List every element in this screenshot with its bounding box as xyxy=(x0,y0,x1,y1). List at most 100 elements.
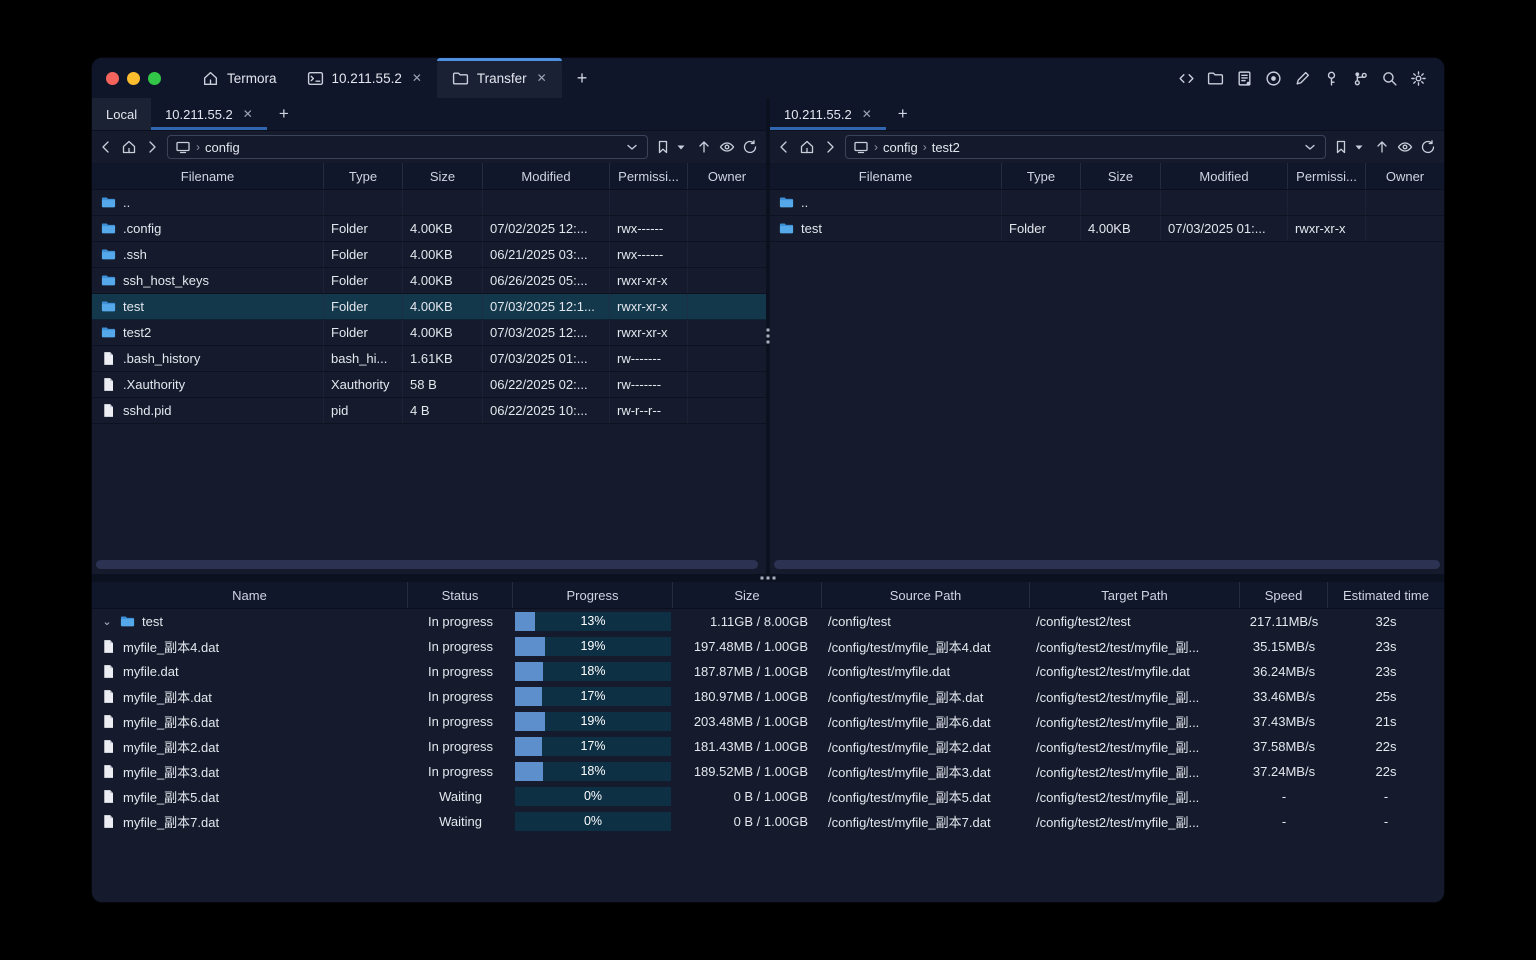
transfer-row[interactable]: myfile.dat In progress 18% 187.87MB / 1.00G… xyxy=(92,659,1444,684)
column-header[interactable]: Source Path xyxy=(822,582,1030,608)
file-owner xyxy=(688,372,766,397)
maximize-window-button[interactable] xyxy=(148,71,161,85)
code-icon[interactable] xyxy=(1178,70,1195,87)
column-header[interactable]: Progress xyxy=(513,582,673,608)
path-dropdown[interactable] xyxy=(624,139,640,155)
arrow-up-icon[interactable] xyxy=(696,139,712,155)
column-header[interactable]: Size xyxy=(1081,163,1161,189)
column-header[interactable]: Type xyxy=(324,163,403,189)
minimize-window-button[interactable] xyxy=(127,71,140,85)
transfer-row[interactable]: ⌄ test In progress 13% 1.11GB / 8.00GB/confi… xyxy=(92,609,1444,634)
file-row[interactable]: test Folder 4.00KB 07/03/2025 01:... rwxr-xr… xyxy=(770,216,1444,242)
column-header[interactable]: Permissi... xyxy=(1288,163,1366,189)
close-tab-icon[interactable]: ✕ xyxy=(243,107,253,121)
bookmark-control[interactable] xyxy=(655,139,689,155)
file-row[interactable]: .. xyxy=(770,190,1444,216)
file-row[interactable]: .Xauthority Xauthority 58 B 06/22/2025 02:.… xyxy=(92,372,766,398)
branch-icon[interactable] xyxy=(1352,70,1369,87)
refresh-icon[interactable] xyxy=(1420,139,1436,155)
transfer-row[interactable]: myfile_副本2.dat In progress 17% 181.43MB / 1… xyxy=(92,734,1444,759)
home-icon[interactable] xyxy=(121,139,137,155)
path-breadcrumb[interactable]: › config xyxy=(167,135,648,159)
breadcrumb-segment[interactable]: test2 xyxy=(932,140,960,155)
column-header[interactable]: Filename xyxy=(92,163,324,189)
column-header[interactable]: Modified xyxy=(1161,163,1288,189)
panel-tab-10-211-55-2[interactable]: 10.211.55.2 ✕ xyxy=(770,98,886,130)
triangle-down-icon[interactable] xyxy=(673,139,689,155)
column-header[interactable]: Speed xyxy=(1240,582,1328,608)
column-header[interactable]: Status xyxy=(408,582,513,608)
folder-icon xyxy=(101,221,116,236)
arrow-left-icon[interactable] xyxy=(98,139,114,155)
file-row[interactable]: sshd.pid pid 4 B 06/22/2025 10:... rw-r--r-- xyxy=(92,398,766,424)
file-row[interactable]: .config Folder 4.00KB 07/02/2025 12:... rwx-… xyxy=(92,216,766,242)
app-tab-termora[interactable]: Termora xyxy=(187,58,292,98)
panel-tab-10-211-55-2[interactable]: 10.211.55.2 ✕ xyxy=(151,98,267,130)
file-text-icon[interactable] xyxy=(1236,70,1253,87)
search-icon[interactable] xyxy=(1381,70,1398,87)
horizontal-scrollbar[interactable] xyxy=(96,560,758,569)
transfer-eta: 23s xyxy=(1375,639,1397,654)
arrow-up-icon[interactable] xyxy=(1374,139,1390,155)
file-owner xyxy=(688,294,766,319)
bookmark-control[interactable] xyxy=(1333,139,1367,155)
file-row[interactable]: test2 Folder 4.00KB 07/03/2025 12:... rwxr-x… xyxy=(92,320,766,346)
breadcrumb-segment[interactable]: config xyxy=(883,140,918,155)
column-header[interactable]: Filename xyxy=(770,163,1002,189)
triangle-down-icon[interactable] xyxy=(1351,139,1367,155)
path-breadcrumb[interactable]: › config › test2 xyxy=(845,135,1326,159)
eye-icon[interactable] xyxy=(1397,139,1413,155)
close-window-button[interactable] xyxy=(106,71,119,85)
close-tab-icon[interactable]: ✕ xyxy=(862,107,872,121)
column-header[interactable]: Permissi... xyxy=(610,163,688,189)
column-header[interactable]: Owner xyxy=(688,163,766,189)
column-header[interactable]: Name xyxy=(92,582,408,608)
app-tab-transfer[interactable]: Transfer ✕ xyxy=(436,58,562,98)
file-row[interactable]: .. xyxy=(92,190,766,216)
transfer-row[interactable]: myfile_副本5.dat Waiting 0% 0 B / 1.00GB/conf… xyxy=(92,784,1444,809)
new-panel-tab-button[interactable]: + xyxy=(886,98,920,130)
transfer-row[interactable]: myfile_副本6.dat In progress 19% 203.48MB / 1… xyxy=(92,709,1444,734)
column-header[interactable]: Owner xyxy=(1366,163,1444,189)
file-row[interactable]: .ssh Folder 4.00KB 06/21/2025 03:... rwx----… xyxy=(92,242,766,268)
folder-o-icon[interactable] xyxy=(1207,70,1224,87)
eye-icon[interactable] xyxy=(719,139,735,155)
column-header[interactable]: Target Path xyxy=(1030,582,1240,608)
transfer-row[interactable]: myfile_副本7.dat Waiting 0% 0 B / 1.00GB/conf… xyxy=(92,809,1444,834)
pencil-icon[interactable] xyxy=(1294,70,1311,87)
column-header[interactable]: Modified xyxy=(483,163,610,189)
breadcrumb-segment[interactable]: config xyxy=(205,140,240,155)
home-icon[interactable] xyxy=(799,139,815,155)
column-header[interactable]: Size xyxy=(403,163,483,189)
transfer-row[interactable]: myfile_副本.dat In progress 17% 180.97MB / 1.… xyxy=(92,684,1444,709)
chevron-down-icon[interactable]: ⌄ xyxy=(101,615,113,628)
column-header[interactable]: Estimated time xyxy=(1328,582,1444,608)
new-app-tab-button[interactable]: + xyxy=(562,58,603,98)
column-header[interactable]: Type xyxy=(1002,163,1081,189)
bookmark-icon[interactable] xyxy=(655,139,671,155)
new-panel-tab-button[interactable]: + xyxy=(267,98,301,130)
arrow-right-icon[interactable] xyxy=(144,139,160,155)
arrow-right-icon[interactable] xyxy=(822,139,838,155)
gear-icon[interactable] xyxy=(1410,70,1427,87)
column-header[interactable]: Size xyxy=(673,582,822,608)
file-row[interactable]: test Folder 4.00KB 07/03/2025 12:1... rwxr-x… xyxy=(92,294,766,320)
file-row[interactable]: .bash_history bash_hi... 1.61KB 07/03/2025 … xyxy=(92,346,766,372)
transfer-row[interactable]: myfile_副本4.dat In progress 19% 197.48MB / 1… xyxy=(92,634,1444,659)
path-dropdown[interactable] xyxy=(1302,139,1318,155)
app-tab-10-211-55-2[interactable]: 10.211.55.2 ✕ xyxy=(292,58,437,98)
horizontal-splitter[interactable] xyxy=(92,574,1444,582)
close-tab-icon[interactable]: ✕ xyxy=(412,71,422,85)
refresh-icon[interactable] xyxy=(742,139,758,155)
arrow-left-icon[interactable] xyxy=(776,139,792,155)
close-tab-icon[interactable]: ✕ xyxy=(537,71,547,85)
file-row[interactable]: ssh_host_keys Folder 4.00KB 06/26/2025 05:.… xyxy=(92,268,766,294)
transfer-row[interactable]: myfile_副本3.dat In progress 18% 189.52MB / 1… xyxy=(92,759,1444,784)
file-table-body: .. test Folder 4.00KB 07/03/2025 01:... rwxr-… xyxy=(770,190,1444,574)
key-icon[interactable] xyxy=(1323,70,1340,87)
bookmark-icon[interactable] xyxy=(1333,139,1349,155)
file-perm: rwxr-xr-x xyxy=(610,320,688,345)
record-icon[interactable] xyxy=(1265,70,1282,87)
panel-tab-local[interactable]: Local xyxy=(92,98,152,130)
horizontal-scrollbar[interactable] xyxy=(774,560,1440,569)
